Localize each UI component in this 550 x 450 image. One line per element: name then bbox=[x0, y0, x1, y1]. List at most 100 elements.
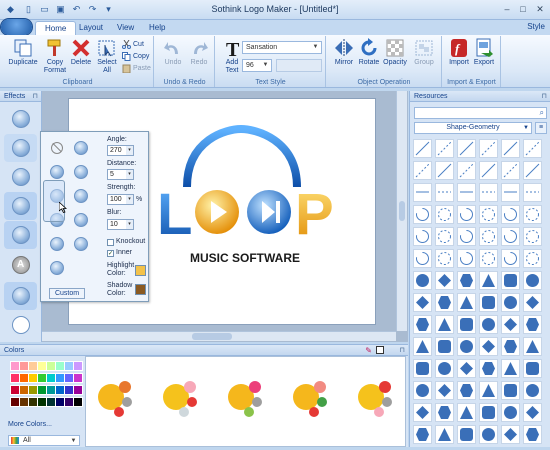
shape-thumbnail[interactable] bbox=[479, 425, 498, 444]
shape-thumbnail[interactable] bbox=[501, 161, 520, 180]
shape-thumbnail[interactable] bbox=[435, 359, 454, 378]
strength-input[interactable]: 100 ▾ bbox=[107, 194, 134, 205]
shape-thumbnail[interactable] bbox=[479, 293, 498, 312]
shape-thumbnail[interactable] bbox=[479, 381, 498, 400]
cut-button[interactable]: Cut bbox=[121, 39, 144, 50]
no-fill-swatch[interactable] bbox=[376, 346, 384, 354]
shape-thumbnail[interactable] bbox=[413, 161, 432, 180]
shape-thumbnail[interactable] bbox=[501, 249, 520, 268]
shape-thumbnail[interactable] bbox=[501, 425, 520, 444]
shape-thumbnail[interactable] bbox=[413, 315, 432, 334]
shape-thumbnail[interactable] bbox=[413, 249, 432, 268]
vertical-scrollbar[interactable] bbox=[396, 91, 407, 331]
shape-thumbnail[interactable] bbox=[457, 337, 476, 356]
effect-shadow-button[interactable] bbox=[4, 192, 37, 220]
copy-button[interactable]: Copy bbox=[121, 51, 149, 62]
spin-icon[interactable]: ▾ bbox=[126, 170, 133, 179]
app-menu-button[interactable] bbox=[1, 19, 32, 35]
color-scheme-list[interactable] bbox=[86, 357, 407, 448]
shape-thumbnail[interactable] bbox=[435, 205, 454, 224]
shape-thumbnail[interactable] bbox=[457, 403, 476, 422]
shape-thumbnail[interactable] bbox=[523, 205, 542, 224]
shape-thumbnail[interactable] bbox=[501, 227, 520, 246]
spin-icon[interactable]: ▾ bbox=[126, 146, 133, 155]
knockout-checkbox[interactable] bbox=[107, 239, 114, 246]
shape-thumbnail[interactable] bbox=[457, 293, 476, 312]
pin-icon[interactable]: ⊓ bbox=[33, 91, 38, 102]
shape-thumbnail[interactable] bbox=[457, 227, 476, 246]
horizontal-scrollbar[interactable] bbox=[42, 331, 396, 341]
highlight-color-swatch[interactable] bbox=[135, 265, 146, 276]
shape-thumbnail[interactable] bbox=[435, 183, 454, 202]
shape-thumbnail[interactable] bbox=[523, 183, 542, 202]
font-size-select[interactable]: 96 ▼ bbox=[242, 59, 272, 72]
shape-thumbnail[interactable] bbox=[501, 403, 520, 422]
shape-thumbnail[interactable] bbox=[479, 139, 498, 158]
close-icon[interactable]: ✕ bbox=[533, 3, 547, 15]
shape-thumbnail[interactable] bbox=[523, 161, 542, 180]
shape-thumbnail[interactable] bbox=[523, 403, 542, 422]
shape-thumbnail[interactable] bbox=[523, 425, 542, 444]
style-menu[interactable]: Style bbox=[527, 22, 545, 31]
shape-thumbnail[interactable] bbox=[435, 315, 454, 334]
duplicate-button[interactable]: Duplicate bbox=[7, 38, 39, 76]
shape-thumbnail[interactable] bbox=[479, 161, 498, 180]
minimize-icon[interactable]: – bbox=[500, 3, 514, 15]
shape-thumbnail[interactable] bbox=[435, 337, 454, 356]
shape-thumbnail[interactable] bbox=[523, 271, 542, 290]
shape-thumbnail[interactable] bbox=[501, 315, 520, 334]
color-swatch[interactable] bbox=[73, 397, 83, 407]
shape-thumbnail[interactable] bbox=[413, 205, 432, 224]
shape-thumbnail[interactable] bbox=[457, 315, 476, 334]
shape-thumbnail[interactable] bbox=[457, 249, 476, 268]
group-button[interactable]: Group bbox=[408, 38, 440, 76]
shape-thumbnail[interactable] bbox=[501, 337, 520, 356]
pin-icon[interactable]: ⊓ bbox=[542, 91, 547, 102]
tab-view[interactable]: View bbox=[108, 21, 143, 35]
spin-icon[interactable]: ▾ bbox=[126, 195, 133, 204]
effect-preset-cell[interactable] bbox=[71, 138, 91, 158]
custom-button[interactable]: Custom bbox=[49, 288, 85, 299]
shape-thumbnail[interactable] bbox=[523, 359, 542, 378]
shape-thumbnail[interactable] bbox=[413, 293, 432, 312]
shape-thumbnail[interactable] bbox=[457, 425, 476, 444]
effect-preset-cell[interactable] bbox=[71, 162, 91, 182]
shape-thumbnail[interactable] bbox=[523, 293, 542, 312]
shape-thumbnail[interactable] bbox=[523, 227, 542, 246]
select-all-button[interactable]: Select All bbox=[91, 38, 123, 76]
shape-thumbnail[interactable] bbox=[501, 271, 520, 290]
maximize-icon[interactable]: □ bbox=[516, 3, 530, 15]
shape-thumbnail[interactable] bbox=[501, 139, 520, 158]
effect-glow-button[interactable] bbox=[4, 163, 37, 191]
effect-preset-cell[interactable] bbox=[47, 162, 67, 182]
shape-thumbnail[interactable] bbox=[413, 381, 432, 400]
effect-inner-shadow-button[interactable] bbox=[4, 134, 37, 162]
color-scheme-3[interactable] bbox=[228, 381, 262, 417]
export-button[interactable]: Export bbox=[468, 38, 500, 76]
eyedropper-icon[interactable]: ✎ bbox=[365, 345, 372, 356]
h-scroll-thumb[interactable] bbox=[192, 333, 232, 340]
spin-icon[interactable]: ▾ bbox=[126, 220, 133, 229]
shape-thumbnail[interactable] bbox=[479, 227, 498, 246]
effect-text-button[interactable]: A bbox=[4, 251, 37, 279]
color-swatch[interactable] bbox=[73, 361, 83, 371]
pin-icon[interactable]: ⊓ bbox=[400, 345, 405, 356]
shape-thumbnail[interactable] bbox=[457, 359, 476, 378]
tab-layout[interactable]: Layout bbox=[70, 21, 112, 35]
expand-icon[interactable]: ≡ bbox=[535, 122, 547, 134]
color-scheme-4[interactable] bbox=[293, 381, 327, 417]
effect-outline-button[interactable] bbox=[4, 311, 37, 339]
shape-thumbnail[interactable] bbox=[413, 183, 432, 202]
shape-thumbnail[interactable] bbox=[479, 403, 498, 422]
shape-thumbnail[interactable] bbox=[479, 183, 498, 202]
color-scheme-2[interactable] bbox=[163, 381, 197, 417]
shape-thumbnail[interactable] bbox=[523, 315, 542, 334]
shape-thumbnail[interactable] bbox=[413, 227, 432, 246]
redo-button[interactable]: Redo bbox=[183, 38, 215, 76]
shape-thumbnail[interactable] bbox=[479, 359, 498, 378]
resource-search-input[interactable]: ⌕ bbox=[414, 107, 547, 119]
effect-none-cell[interactable] bbox=[47, 138, 67, 158]
color-swatch[interactable] bbox=[73, 373, 83, 383]
shadow-color-swatch[interactable] bbox=[135, 284, 146, 295]
opacity-button[interactable]: Opacity bbox=[379, 38, 411, 76]
